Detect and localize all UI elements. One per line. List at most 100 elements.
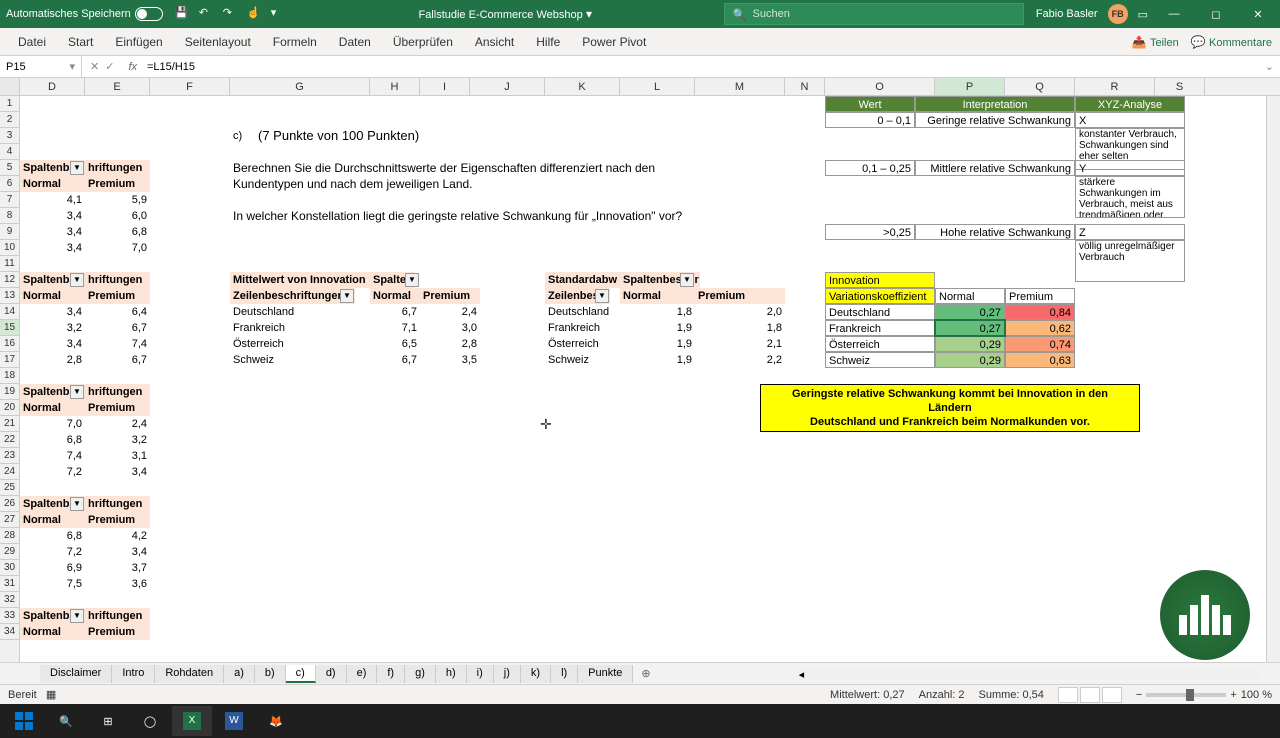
cell-L16[interactable]: 1,9 — [620, 336, 695, 352]
cell-G12[interactable]: Mittelwert von Innovation — [230, 272, 370, 288]
user-name[interactable]: Fabio Basler — [1036, 8, 1098, 20]
cell-D30[interactable]: 6,9 — [20, 560, 85, 576]
cell-K14[interactable]: Deutschland — [545, 304, 620, 320]
filter-dropdown[interactable]: ▼ — [405, 273, 419, 287]
cell-E16[interactable]: 7,4 — [85, 336, 150, 352]
cell-E26[interactable]: hriftungen — [85, 496, 150, 512]
normal-view-button[interactable] — [1058, 687, 1078, 703]
row-header-21[interactable]: 21 — [0, 416, 19, 432]
filter-dropdown[interactable]: ▼ — [70, 497, 84, 511]
cell-D8[interactable]: 3,4 — [20, 208, 85, 224]
cell-P15[interactable] — [935, 320, 1005, 336]
ribbon-mode-icon[interactable]: ▭ — [1138, 8, 1148, 21]
cell-K17[interactable]: Schweiz — [545, 352, 620, 368]
horizontal-scrollbar[interactable]: ◂ — [799, 668, 1260, 680]
cell-G3[interactable]: c) — [230, 128, 250, 144]
cell-H16[interactable]: 6,5 — [370, 336, 420, 352]
cell-O5[interactable]: 0,1 – 0,25 — [825, 160, 915, 176]
toggle-switch[interactable] — [135, 7, 163, 21]
cell-D28[interactable]: 6,8 — [20, 528, 85, 544]
cell-E31[interactable]: 3,6 — [85, 576, 150, 592]
cell-G5[interactable]: Berechnen Sie die Durchschnittswerte der… — [230, 160, 770, 176]
cell-G8[interactable]: In welcher Konstellation liegt die gerin… — [230, 208, 770, 224]
cell-R2[interactable]: X — [1075, 112, 1185, 128]
cell-L15[interactable]: 1,9 — [620, 320, 695, 336]
filter-dropdown[interactable]: ▼ — [70, 385, 84, 399]
sheet-tab-g[interactable]: g) — [405, 665, 436, 683]
cell-D6[interactable]: Normal — [20, 176, 85, 192]
row-header-13[interactable]: 13 — [0, 288, 19, 304]
cell-O16[interactable]: Österreich — [825, 336, 935, 352]
cell-E15[interactable]: 6,7 — [85, 320, 150, 336]
cell-G14[interactable]: Deutschland — [230, 304, 370, 320]
row-header-31[interactable]: 31 — [0, 576, 19, 592]
row-header-5[interactable]: 5 — [0, 160, 19, 176]
ribbon-tab-power pivot[interactable]: Power Pivot — [572, 31, 656, 53]
search-input[interactable]: 🔍 Suchen — [724, 3, 1024, 25]
excel-taskbar-icon[interactable]: X — [172, 706, 212, 736]
row-header-30[interactable]: 30 — [0, 560, 19, 576]
cell-O1[interactable]: Wert — [825, 96, 915, 112]
cell-D14[interactable]: 3,4 — [20, 304, 85, 320]
cell-E9[interactable]: 6,8 — [85, 224, 150, 240]
row-header-1[interactable]: 1 — [0, 96, 19, 112]
filter-dropdown[interactable]: ▼ — [595, 289, 609, 303]
cell-I17[interactable]: 3,5 — [420, 352, 480, 368]
row-header-32[interactable]: 32 — [0, 592, 19, 608]
col-header-I[interactable]: I — [420, 78, 470, 95]
cell-O1[interactable]: Interpretation — [915, 96, 1075, 112]
close-button[interactable]: ✕ — [1242, 0, 1274, 28]
undo-icon[interactable]: ↶ — [199, 6, 215, 22]
cell-D13[interactable]: Normal — [20, 288, 85, 304]
cell-L14[interactable]: 1,8 — [620, 304, 695, 320]
cell-G15[interactable]: Frankreich — [230, 320, 370, 336]
cell-P13[interactable]: Normal — [935, 288, 1005, 304]
row-header-25[interactable]: 25 — [0, 480, 19, 496]
cell-E6[interactable]: Premium — [85, 176, 150, 192]
cell-Q14[interactable]: 0,84 — [1005, 304, 1075, 320]
col-header-E[interactable]: E — [85, 78, 150, 95]
cell-L13[interactable]: Normal — [620, 288, 695, 304]
cell-D15[interactable]: 3,2 — [20, 320, 85, 336]
page-break-button[interactable] — [1102, 687, 1122, 703]
formula-input[interactable]: =L15/H15 — [143, 61, 1259, 73]
cell-D23[interactable]: 7,4 — [20, 448, 85, 464]
sheet-tab-Disclaimer[interactable]: Disclaimer — [40, 665, 112, 683]
filter-dropdown[interactable]: ▼ — [340, 289, 354, 303]
row-header-2[interactable]: 2 — [0, 112, 19, 128]
zoom-level[interactable]: 100 % — [1241, 689, 1272, 701]
cell-R1[interactable]: XYZ-Analyse — [1075, 96, 1185, 112]
sheet-tab-k[interactable]: k) — [521, 665, 551, 683]
row-header-20[interactable]: 20 — [0, 400, 19, 416]
row-header-29[interactable]: 29 — [0, 544, 19, 560]
row-header-9[interactable]: 9 — [0, 224, 19, 240]
ribbon-tab-hilfe[interactable]: Hilfe — [526, 31, 570, 53]
row-header-18[interactable]: 18 — [0, 368, 19, 384]
cell-M17[interactable]: 2,2 — [695, 352, 785, 368]
row-header-27[interactable]: 27 — [0, 512, 19, 528]
col-header-F[interactable]: F — [150, 78, 230, 95]
ribbon-tab-formeln[interactable]: Formeln — [263, 31, 327, 53]
row-header-6[interactable]: 6 — [0, 176, 19, 192]
row-header-33[interactable]: 33 — [0, 608, 19, 624]
row-header-7[interactable]: 7 — [0, 192, 19, 208]
row-header-3[interactable]: 3 — [0, 128, 19, 144]
word-taskbar-icon[interactable]: W — [214, 706, 254, 736]
sheet-tab-Rohdaten[interactable]: Rohdaten — [155, 665, 224, 683]
filter-dropdown[interactable]: ▼ — [680, 273, 694, 287]
maximize-button[interactable]: ◻ — [1200, 0, 1232, 28]
cell-G16[interactable]: Österreich — [230, 336, 370, 352]
cell-D29[interactable]: 7,2 — [20, 544, 85, 560]
cell-E34[interactable]: Premium — [85, 624, 150, 640]
vertical-scrollbar[interactable] — [1266, 96, 1280, 662]
cell-P17[interactable]: 0,29 — [935, 352, 1005, 368]
cell-K15[interactable]: Frankreich — [545, 320, 620, 336]
autosave-toggle[interactable]: Automatisches Speichern — [6, 7, 163, 21]
search-taskbar-icon[interactable]: 🔍 — [46, 706, 86, 736]
share-button[interactable]: 📤 Teilen — [1132, 35, 1179, 49]
cell-H15[interactable]: 7,1 — [370, 320, 420, 336]
cell-D9[interactable]: 3,4 — [20, 224, 85, 240]
comments-button[interactable]: 💬 Kommentare — [1191, 35, 1272, 49]
firefox-taskbar-icon[interactable]: 🦊 — [256, 706, 296, 736]
cell-I14[interactable]: 2,4 — [420, 304, 480, 320]
